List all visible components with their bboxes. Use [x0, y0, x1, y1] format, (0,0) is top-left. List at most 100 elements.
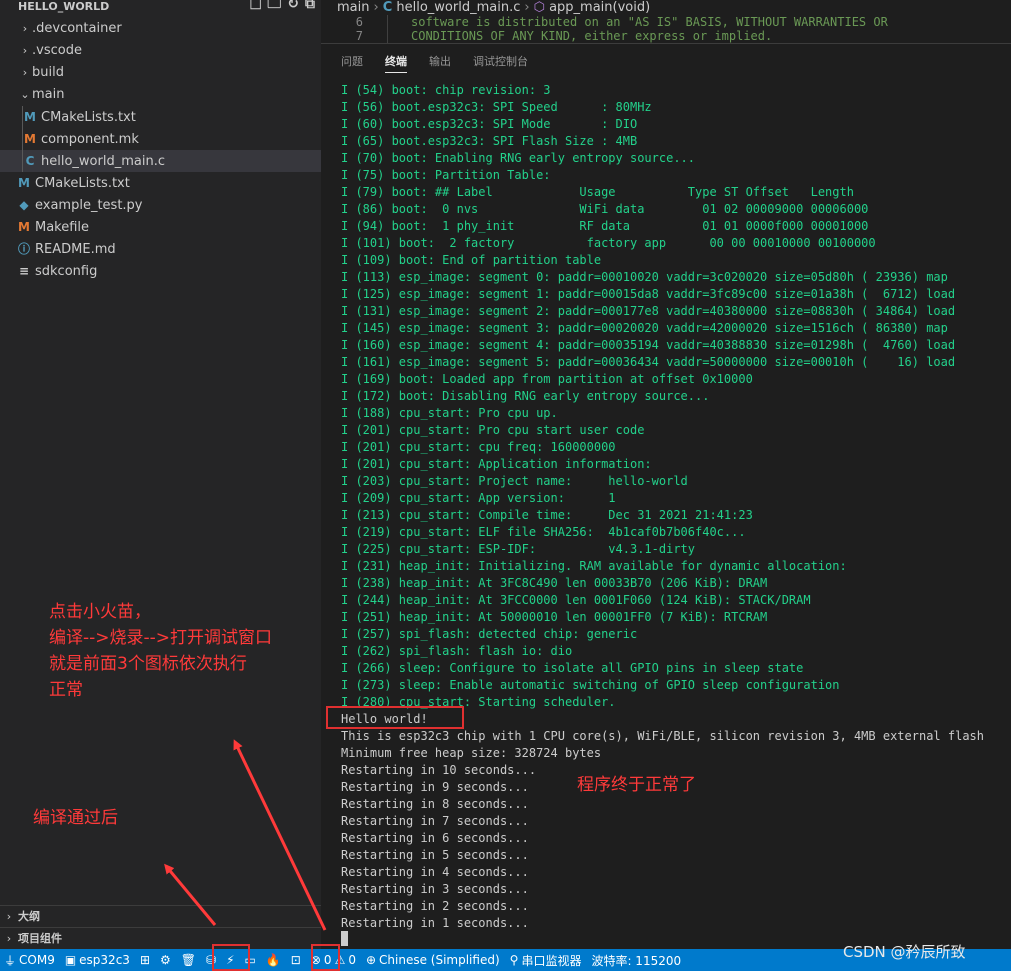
tree-file[interactable]: Mcomponent.mk — [0, 128, 321, 150]
tree-item-label: CMakeLists.txt — [41, 110, 136, 125]
function-cube-icon: ⬡ — [533, 0, 545, 15]
tree-file[interactable]: ◆ example_test.py — [0, 194, 321, 216]
port-selector[interactable]: ⏚ COM9 — [0, 949, 60, 971]
terminal-line: I (131) esp_image: segment 2: paddr=0001… — [341, 304, 956, 318]
new-folder-icon[interactable]: 🗀 — [267, 0, 281, 11]
indent-guide — [22, 150, 23, 172]
terminal-line: I (266) sleep: Configure to isolate all … — [341, 661, 804, 675]
line-number: 6 — [355, 15, 363, 29]
terminal-button[interactable]: ⊡ — [286, 949, 306, 971]
terminal-line: Restarting in 7 seconds... — [341, 814, 529, 828]
tree-item-label: example_test.py — [35, 198, 143, 213]
terminal-line: I (161) esp_image: segment 5: paddr=0003… — [341, 355, 956, 369]
terminal-line: Restarting in 4 seconds... — [341, 865, 529, 879]
idf-explorer-button[interactable]: ⊞ — [135, 949, 155, 971]
terminal-line: I (145) esp_image: segment 3: paddr=0002… — [341, 321, 948, 335]
tree-file[interactable]: M CMakeLists.txt — [0, 106, 321, 128]
indent-guide — [387, 15, 388, 29]
terminal-output[interactable]: I (54) boot: chip revision: 3 I (56) boot… — [341, 82, 1009, 932]
tree-folder[interactable]: ⌄ main — [0, 84, 321, 106]
terminal-line: I (273) sleep: Enable automatic switchin… — [341, 678, 840, 692]
breadcrumb: main › C hello_world_main.c › ⬡ app_main(voi… — [321, 0, 1011, 15]
terminal-line: I (244) heap_init: At 3FCC0000 len 0001F… — [341, 593, 811, 607]
chip-icon: ▣ — [64, 953, 77, 967]
pin-icon: ⚲ — [509, 953, 519, 967]
new-file-icon[interactable]: 🗋 — [250, 0, 261, 11]
breadcrumb-file[interactable]: hello_world_main.c — [396, 0, 520, 15]
hello-world-highlight-box — [326, 706, 464, 729]
code-editor[interactable]: 6 software is distributed on an "AS IS" B… — [321, 15, 1011, 43]
tree-item-label: Makefile — [35, 220, 90, 235]
indent-guide — [22, 128, 23, 150]
tree-file[interactable]: M Makefile — [0, 216, 321, 238]
tree-file[interactable]: ≡ sdkconfig — [0, 260, 321, 282]
terminal-line: I (209) cpu_start: App version: 1 — [341, 491, 616, 505]
terminal-line: Restarting in 1 seconds... — [341, 916, 529, 930]
breadcrumb-separator: › — [373, 0, 379, 15]
breadcrumb-folder[interactable]: main — [337, 0, 369, 15]
full-clean-button[interactable]: 🗑 — [176, 949, 201, 971]
panel-tab[interactable]: 终端 — [385, 44, 407, 80]
terminal-line: I (60) boot.esp32c3: SPI Mode : DIO — [341, 117, 638, 131]
terminal-line: I (201) cpu_start: Pro cpu start user co… — [341, 423, 645, 437]
tree-file[interactable]: M CMakeLists.txt — [0, 172, 321, 194]
terminal-line: I (65) boot.esp32c3: SPI Flash Size : 4M… — [341, 134, 638, 148]
terminal-cursor — [341, 931, 348, 946]
project-components-section[interactable]: › 项目组件 — [0, 927, 321, 950]
panel-tab[interactable]: 调试控制台 — [473, 44, 528, 80]
terminal-line: I (86) boot: 0 nvs WiFi data 01 02 00009… — [341, 202, 869, 216]
flame-icon: 🔥 — [265, 953, 281, 967]
chevron-down-icon: ⌄ — [20, 88, 30, 101]
terminal-line: I (262) spi_flash: flash io: dio — [341, 644, 573, 658]
collapse-all-icon[interactable]: ⧉ — [305, 0, 315, 11]
tree-folder[interactable]: › build — [0, 62, 321, 84]
tree-item-label: main — [32, 87, 65, 102]
tree-folder[interactable]: › .devcontainer — [0, 18, 321, 40]
terminal-line: I (203) cpu_start: Project name: hello-w… — [341, 474, 688, 488]
terminal-line: I (75) boot: Partition Table: — [341, 168, 551, 182]
chevron-right-icon: › — [6, 910, 12, 923]
terminal-icon: ⊡ — [290, 953, 301, 967]
terminal-line: I (109) boot: End of partition table — [341, 253, 602, 267]
file-type-icon: ◆ — [19, 198, 29, 212]
chevron-right-icon: › — [22, 66, 28, 79]
terminal-line: I (257) spi_flash: detected chip: generi… — [341, 627, 638, 641]
folder-icon: ⊞ — [139, 953, 150, 967]
breadcrumb-symbol[interactable]: app_main(void) — [549, 0, 650, 15]
refresh-icon[interactable]: ↻ — [287, 0, 299, 11]
annotation-note-line1: 点击小火苗， — [49, 602, 151, 622]
outline-section[interactable]: › 大纲 — [0, 905, 321, 928]
panel-tab[interactable]: 输出 — [429, 44, 451, 80]
baud-rate-selector[interactable]: 波特率: 115200 — [586, 949, 686, 971]
sdk-config-button[interactable]: ⚙ — [155, 949, 176, 971]
code-line: 7 CONDITIONS OF ANY KIND, either express … — [321, 29, 1011, 43]
terminal-line: I (125) esp_image: segment 1: paddr=0001… — [341, 287, 956, 301]
explorer-header: HELLO_WORLD 🗋 🗀 ↻ ⧉ — [0, 0, 321, 14]
terminal-line: I (101) boot: 2 factory factory app 00 0… — [341, 236, 876, 250]
gear-icon: ⚙ — [160, 953, 171, 967]
plug-icon: ⏚ — [4, 953, 17, 968]
terminal-line: I (169) boot: Loaded app from partition … — [341, 372, 753, 386]
baud-rate-label: 波特率: 115200 — [591, 953, 682, 968]
language-indicator[interactable]: ⊕ Chinese (Simplified) — [361, 949, 505, 971]
file-type-icon: ≡ — [18, 264, 30, 278]
tree-file[interactable]: Chello_world_main.c — [0, 150, 321, 172]
bottom-panel: 问题 终端 输出 调试控制台 I (54) boot: chip revision: … — [321, 43, 1011, 950]
serial-monitor-button[interactable]: ⚲ 串口监视器 — [505, 949, 587, 971]
file-tree: › .devcontainer › .vscode › build ⌄ main M CMakeL… — [0, 18, 321, 282]
indent-guide — [22, 106, 23, 128]
tree-item-label: sdkconfig — [35, 264, 98, 279]
file-type-icon: M — [18, 176, 30, 190]
terminal-line: I (201) cpu_start: Application informati… — [341, 457, 652, 471]
serial-monitor-label: 串口监视器 — [521, 953, 582, 968]
target-selector[interactable]: ▣ esp32c3 — [60, 949, 135, 971]
build-flash-monitor-button[interactable]: 🔥 — [261, 949, 286, 971]
indent-guide — [387, 29, 388, 43]
tree-item-label: CMakeLists.txt — [35, 176, 130, 191]
flame-icon-highlight-box — [311, 944, 340, 971]
panel-tab[interactable]: 问题 — [341, 44, 363, 80]
tree-file[interactable]: ⓘ README.md — [0, 238, 321, 260]
terminal-line: Restarting in 5 seconds... — [341, 848, 529, 862]
tree-folder[interactable]: › .vscode — [0, 40, 321, 62]
annotation-note-line2: 编译-->烧录-->打开调试窗口 — [49, 628, 273, 648]
